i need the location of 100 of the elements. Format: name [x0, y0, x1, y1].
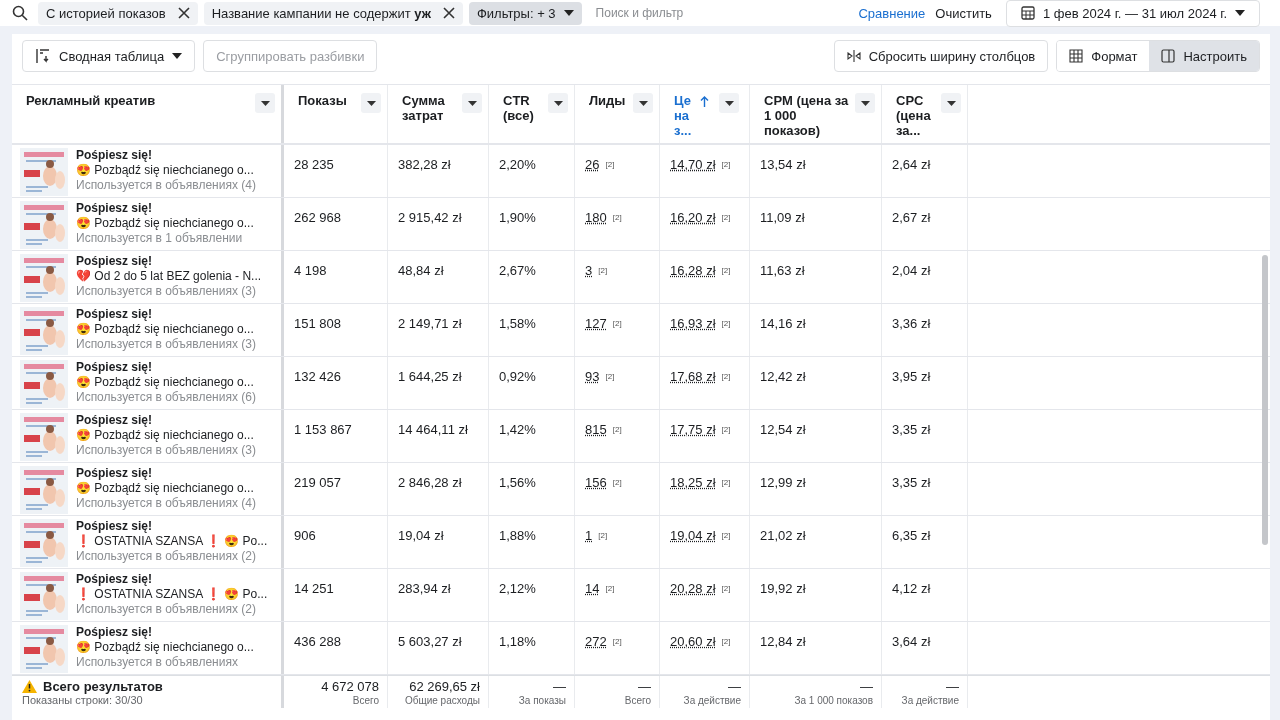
filter-chip[interactable]: Название кампании не содержит уж — [203, 1, 463, 25]
leads-link[interactable]: 815 — [585, 422, 607, 437]
search-field[interactable]: Поиск и фильтр — [587, 2, 744, 24]
leads-link[interactable]: 180 — [585, 210, 607, 225]
creative-text: 😍 Pozbądź się niechcianego o... — [76, 322, 255, 337]
table-cell: 151 808 — [294, 316, 341, 331]
column-header[interactable]: CTR (все) — [503, 93, 548, 123]
table-cell: 2 846,28 zł — [398, 475, 462, 490]
column-menu-button[interactable] — [255, 93, 275, 113]
total-value: — — [728, 679, 741, 695]
total-value: 62 269,65 zł — [409, 679, 480, 695]
cost-link[interactable]: 20,28 zł — [670, 581, 716, 596]
table-cell: 2 149,71 zł — [398, 316, 462, 331]
table-cell: 2,12% — [499, 581, 536, 596]
toolbar-tab[interactable]: Настроить — [1149, 41, 1259, 71]
column-header[interactable]: Лиды — [589, 93, 633, 108]
column-header[interactable]: CPM (цена за 1 000 показов) — [764, 93, 855, 138]
leads-link[interactable]: 14 — [585, 581, 600, 596]
total-label: Всего — [624, 695, 651, 707]
column-menu-button[interactable] — [633, 93, 653, 113]
cost-link[interactable]: 16,93 zł — [670, 316, 716, 331]
table-cell: 2,04 zł — [892, 263, 931, 278]
cost-link[interactable]: 16,28 zł — [670, 263, 716, 278]
table-cell: 11,63 zł — [760, 263, 805, 278]
clear-button[interactable]: Очистить — [931, 5, 996, 21]
column-header[interactable]: Рекламный креатив — [26, 93, 255, 108]
column-header[interactable]: Показы — [298, 93, 361, 108]
caret-icon — [1235, 10, 1245, 16]
leads-link[interactable]: 272 — [585, 634, 607, 649]
column-menu-button[interactable] — [548, 93, 568, 113]
table-cell: 4,12 zł — [892, 581, 931, 596]
date-range-button[interactable]: 1 фев 2024 г. — 31 июл 2024 г. — [1005, 0, 1260, 27]
table-cell: 12,42 zł — [760, 369, 806, 384]
caret-icon — [366, 100, 376, 106]
leads-link[interactable]: 3 — [585, 263, 593, 278]
column-menu-button[interactable] — [719, 93, 739, 113]
leads-link[interactable]: 1 — [585, 528, 593, 543]
view-dropdown[interactable]: Сводная таблица — [22, 40, 196, 72]
usage-note: Используется в 1 объявлении — [76, 231, 244, 246]
table-cell: 21,02 zł — [760, 528, 806, 543]
column-menu-button[interactable] — [941, 93, 961, 113]
cost-link[interactable]: 20,60 zł — [670, 634, 716, 649]
caret-icon — [638, 100, 648, 106]
column-menu-button[interactable] — [855, 93, 875, 113]
table-cell: 3,36 zł — [892, 316, 931, 331]
total-value: — — [946, 679, 959, 695]
footnote-mark: [2] — [598, 531, 608, 540]
creative-title: Pośpiesz się! — [76, 148, 154, 163]
table-cell: 0,92% — [499, 369, 536, 384]
scrollbar[interactable] — [1262, 255, 1268, 545]
leads-link[interactable]: 156 — [585, 475, 607, 490]
total-label: За 1 000 показов — [794, 695, 873, 707]
table-cell: 2,64 zł — [892, 157, 931, 172]
column-menu-button[interactable] — [462, 93, 482, 113]
footnote-mark: [2] — [612, 425, 622, 434]
column-menu-button[interactable] — [361, 93, 381, 113]
leads-link[interactable]: 127 — [585, 316, 607, 331]
column-header[interactable]: Це на з... — [674, 93, 696, 138]
footnote-mark: [2] — [721, 531, 731, 540]
footnote-mark: [2] — [605, 372, 615, 381]
filter-chip[interactable]: С историей показов — [38, 1, 198, 25]
footnote-mark: [2] — [721, 637, 731, 646]
usage-note: Используется в объявлениях (3) — [76, 284, 257, 299]
creative-text: 😍 Pozbądź się niechcianego o... — [76, 481, 255, 496]
cost-link[interactable]: 19,04 zł — [670, 528, 716, 543]
footnote-mark: [2] — [605, 584, 615, 593]
creative-title: Pośpiesz się! — [76, 413, 154, 428]
caret-icon — [860, 100, 870, 106]
compare-link[interactable]: Сравнение — [858, 5, 926, 21]
cost-link[interactable]: 14,70 zł — [670, 157, 716, 172]
table-cell: 2,67 zł — [892, 210, 931, 225]
footnote-mark: [2] — [721, 160, 731, 169]
cost-link[interactable]: 16,20 zł — [670, 210, 716, 225]
creative-title: Pośpiesz się! — [76, 201, 154, 216]
creative-text: 💔 Od 2 do 5 lat BEZ golenia - N... — [76, 269, 262, 284]
table-cell: 1,90% — [499, 210, 536, 225]
table-cell: 3,35 zł — [892, 475, 931, 490]
column-header[interactable]: CPC (цена за... — [896, 93, 941, 138]
table-cell: 12,99 zł — [760, 475, 806, 490]
usage-note: Используется в объявлениях (2) — [76, 549, 257, 564]
usage-note: Используется в объявлениях (2) — [76, 602, 257, 617]
close-icon[interactable] — [442, 7, 455, 19]
cost-link[interactable]: 17,68 zł — [670, 369, 716, 384]
filters-button[interactable]: Фильтры: + 3 — [468, 1, 582, 25]
creative-text: 😍 Pozbądź się niechcianego o... — [76, 375, 255, 390]
creative-text: 😍 Pozbądź się niechcianego o... — [76, 216, 254, 231]
footnote-mark: [2] — [605, 160, 615, 169]
usage-note: Используется в объявлениях (4) — [76, 496, 256, 511]
caret-icon — [260, 100, 270, 106]
footnote-mark: [2] — [721, 584, 731, 593]
leads-link[interactable]: 26 — [585, 157, 600, 172]
total-value: — — [638, 679, 651, 695]
reset-widths-button[interactable]: Сбросить ширину столбцов — [833, 40, 1049, 72]
leads-link[interactable]: 93 — [585, 369, 600, 384]
cost-link[interactable]: 18,25 zł — [670, 475, 716, 490]
table-cell: 1,56% — [499, 475, 536, 490]
cost-link[interactable]: 17,75 zł — [670, 422, 716, 437]
table-cell: 48,84 zł — [398, 263, 444, 278]
close-icon[interactable] — [177, 7, 190, 19]
column-header[interactable]: Сумма затрат — [402, 93, 462, 123]
